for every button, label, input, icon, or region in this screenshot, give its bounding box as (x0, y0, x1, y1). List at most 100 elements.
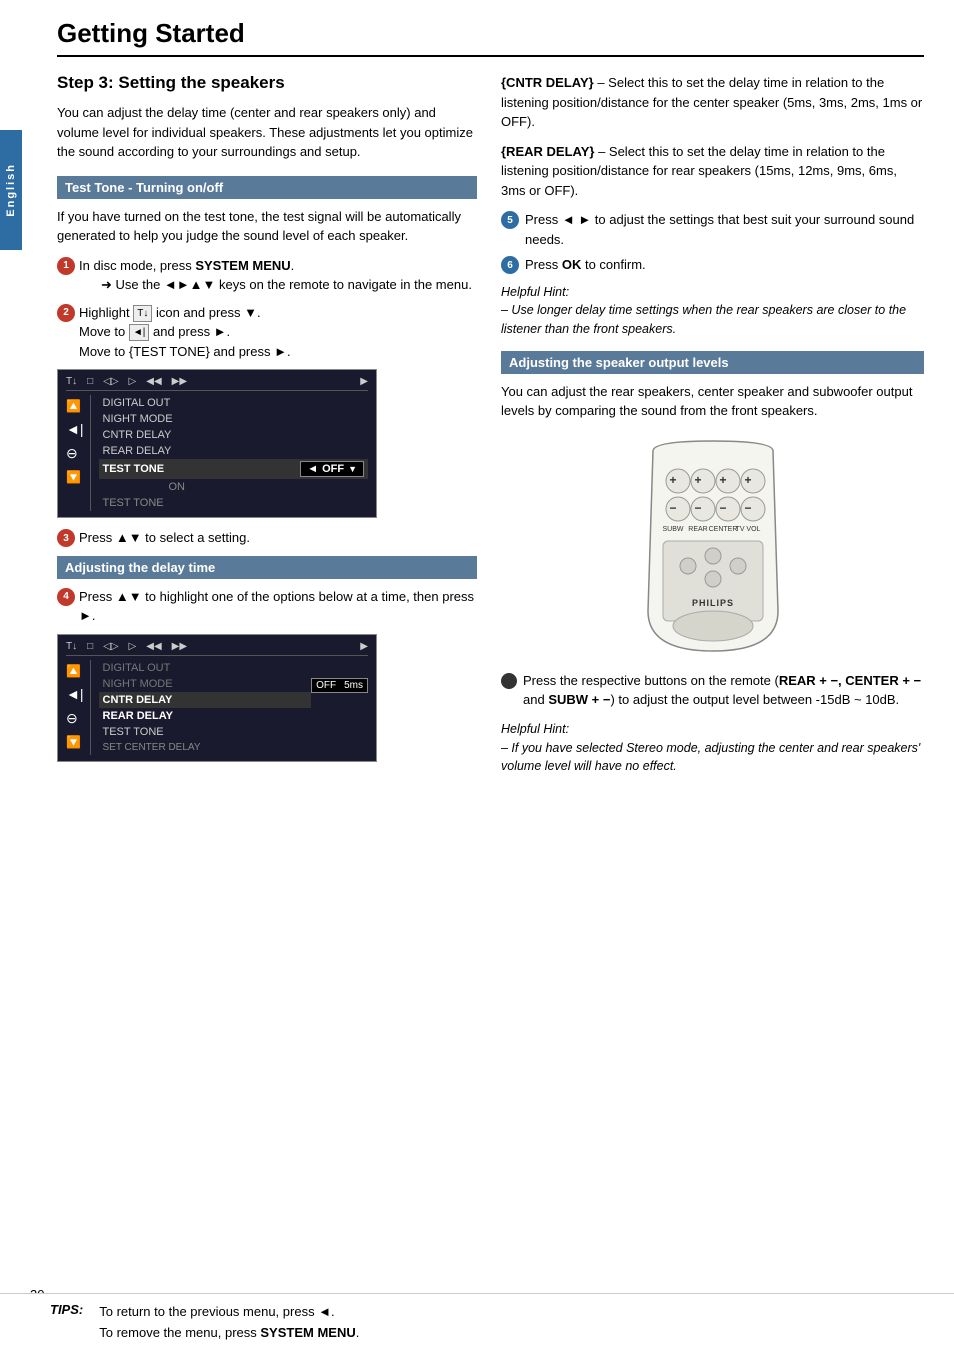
svg-text:+: + (669, 473, 676, 487)
section-test-tone: Test Tone - Turning on/off (57, 176, 477, 199)
main-content: Getting Started Step 3: Setting the spea… (22, 0, 954, 808)
output-levels-text: You can adjust the rear speakers, center… (501, 382, 924, 421)
svg-text:−: − (694, 501, 701, 515)
step-3: 3 Press ▲▼ to select a setting. (57, 528, 477, 548)
step-1-content: In disc mode, press SYSTEM MENU. ➜ Use t… (79, 256, 477, 295)
delay-off: OFF (316, 680, 336, 691)
menu-topbar-2: T↓ □ ◁▷ ▷ ◀◀ ▶▶ ▶ (66, 641, 368, 656)
rear-bold: REAR + −, CENTER + − (779, 673, 921, 688)
topbar2-icon-2: □ (87, 641, 93, 652)
two-column-layout: Step 3: Setting the speakers You can adj… (57, 73, 924, 788)
menu2-rear-delay: REAR DELAY (99, 708, 312, 724)
menu-left-icons-1: 🔼 ◄| ⊖ 🔽 (66, 395, 91, 511)
remote-image-container: + + + + − − − − SUBW REAR (501, 431, 924, 661)
cntr-delay-text: {CNTR DELAY} – Select this to set the de… (501, 73, 924, 132)
svg-text:−: − (719, 501, 726, 515)
step-6-num: 6 (501, 256, 519, 274)
step-2-text-pre: Highlight (79, 305, 130, 320)
tips-system-menu-bold: SYSTEM MENU (260, 1325, 355, 1340)
step-5-num: 5 (501, 211, 519, 229)
menu-row-cntr-delay: CNTR DELAY (99, 427, 369, 443)
menu-value-box: ◄ OFF ▼ (300, 461, 364, 477)
left-bar-icon: ◄| (129, 324, 150, 341)
icon2-down-triangle: 🔽 (66, 735, 84, 749)
svg-text:REAR: REAR (688, 526, 707, 533)
topbar2-arrow: ▶ (360, 641, 368, 652)
menu-items-1: DIGITAL OUT NIGHT MODE CNTR DELAY REAR D… (99, 395, 369, 511)
step-4: 4 Press ▲▼ to highlight one of the optio… (57, 587, 477, 626)
subw-bold: SUBW + − (548, 692, 610, 707)
svg-text:−: − (669, 501, 676, 515)
menu2-cntr-delay: CNTR DELAY (99, 692, 312, 708)
svg-text:PHILIPS: PHILIPS (691, 598, 733, 608)
step-5: 5 Press ◄ ► to adjust the settings that … (501, 210, 924, 249)
remote-svg: + + + + − − − − SUBW REAR (623, 431, 803, 661)
svg-text:TV VOL: TV VOL (735, 526, 760, 533)
intro-text: You can adjust the delay time (center an… (57, 103, 477, 162)
svg-text:+: + (694, 473, 701, 487)
step-1-arrow: ➜ Use the ◄►▲▼ keys on the remote to nav… (101, 275, 477, 295)
helpful-hint-2-text: – If you have selected Stereo mode, adju… (501, 739, 924, 777)
topbar-icon-3: ◁▷ (103, 376, 118, 387)
icon-speaker-down: ⊖ (66, 445, 84, 462)
step-2-num: 2 (57, 304, 75, 322)
menu-row-on: ON (99, 479, 369, 495)
step-3-content: Press ▲▼ to select a setting. (79, 528, 477, 548)
step-2-content: Highlight T↓ icon and press ▼. Move to ◄… (79, 303, 477, 362)
menu-screenshot-2: T↓ □ ◁▷ ▷ ◀◀ ▶▶ ▶ 🔼 ◄| ⊖ 🔽 (57, 634, 377, 762)
sidebar-tab: English (0, 130, 22, 250)
cntr-delay-label: {CNTR DELAY} (501, 75, 594, 90)
icon2-speaker-down: ⊖ (66, 710, 84, 727)
page-title: Getting Started (57, 18, 924, 57)
step-6: 6 Press OK to confirm. (501, 255, 924, 275)
step-2: 2 Highlight T↓ icon and press ▼. Move to… (57, 303, 477, 362)
step-2-line3: Move to {TEST TONE} and press ►. (79, 344, 291, 359)
svg-text:SUBW: SUBW (662, 526, 683, 533)
tips-line-2: To remove the menu, press SYSTEM MENU. (99, 1323, 359, 1344)
svg-text:+: + (719, 473, 726, 487)
output-bullet-dot (501, 673, 517, 689)
svg-text:−: − (744, 501, 751, 515)
sidebar-label: English (5, 163, 17, 217)
tips-line-1: To return to the previous menu, press ◄. (99, 1302, 359, 1323)
tips-label: TIPS: (50, 1302, 83, 1317)
menu2-set-center-delay: SET CENTER DELAY (99, 740, 312, 755)
value-off: OFF (322, 463, 344, 475)
menu2-night-mode: NIGHT MODE (99, 676, 312, 692)
topbar-icon-4: ▷ (129, 376, 137, 387)
helpful-hint-1-text: – Use longer delay time settings when th… (501, 301, 924, 339)
tips-bar: TIPS: To return to the previous menu, pr… (0, 1293, 954, 1352)
menu-row-rear-delay: REAR DELAY (99, 443, 369, 459)
delay-5ms: 5ms (344, 680, 363, 691)
tips-content: To return to the previous menu, press ◄.… (99, 1302, 359, 1344)
menu-screenshot-1: T↓ □ ◁▷ ▷ ◀◀ ▶▶ ▶ 🔼 ◄| ⊖ 🔽 (57, 369, 377, 518)
topbar-icon-2: □ (87, 376, 93, 387)
menu-topbar-1: T↓ □ ◁▷ ▷ ◀◀ ▶▶ ▶ (66, 376, 368, 391)
icon2-up-triangle: 🔼 (66, 664, 84, 678)
topbar2-icon-1: T↓ (66, 641, 77, 652)
topbar-icon-5: ◀◀ (146, 376, 161, 387)
step-4-num: 4 (57, 588, 75, 606)
menu-body-2: 🔼 ◄| ⊖ 🔽 DIGITAL OUT NIGHT MODE CNTR DEL… (66, 660, 368, 755)
menu-left-icons-2: 🔼 ◄| ⊖ 🔽 (66, 660, 91, 755)
topbar2-icon-5: ◀◀ (146, 641, 161, 652)
menu2-digital-out: DIGITAL OUT (99, 660, 312, 676)
test-tone-text: If you have turned on the test tone, the… (57, 207, 477, 246)
icon-down-triangle: 🔽 (66, 470, 84, 484)
right-column: {CNTR DELAY} – Select this to set the de… (501, 73, 924, 788)
topbar-arrow: ▶ (360, 376, 368, 387)
ok-bold: OK (562, 257, 582, 272)
menu-row-night-mode: NIGHT MODE (99, 411, 369, 427)
menu-body-1: 🔼 ◄| ⊖ 🔽 DIGITAL OUT NIGHT MODE CNTR DEL… (66, 395, 368, 511)
value-arrow-down: ▼ (348, 464, 357, 474)
page-container: English Getting Started Step 3: Setting … (0, 0, 954, 1352)
icon2-speaker-left: ◄| (66, 686, 84, 702)
menu2-delay-bar: OFF 5ms (311, 678, 368, 693)
output-bullet: Press the respective buttons on the remo… (501, 671, 924, 710)
step-3-num: 3 (57, 529, 75, 547)
step-heading: Step 3: Setting the speakers (57, 73, 477, 93)
helpful-hint-1: Helpful Hint: – Use longer delay time se… (501, 283, 924, 339)
step-2-line2-mid: and press ►. (153, 324, 230, 339)
menu2-value-area: OFF 5ms (311, 660, 368, 755)
section-output-levels: Adjusting the speaker output levels (501, 351, 924, 374)
